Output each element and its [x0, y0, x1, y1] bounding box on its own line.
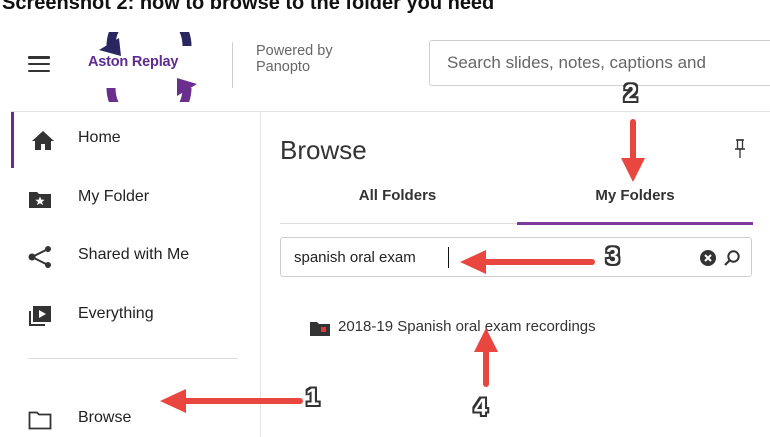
sidebar-item-label: Home	[78, 129, 121, 146]
page-title: Browse	[280, 135, 367, 165]
page-heading: Screenshot 2: how to browse to the folde…	[2, 0, 495, 14]
annotation-number-2: 2	[624, 80, 638, 107]
filter-value: spanish oral exam	[294, 249, 416, 266]
sidebar-item-label: Everything	[78, 305, 154, 322]
hamburger-menu-icon[interactable]	[28, 56, 50, 73]
star-folder-icon	[29, 192, 51, 208]
annotation-number-1: 1	[306, 384, 320, 411]
tab-all-folders[interactable]: All Folders	[280, 186, 515, 226]
search-icon[interactable]	[723, 249, 741, 267]
powered-by-line2: Panopto	[256, 59, 311, 75]
sidebar-item-browse[interactable]: Browse	[11, 392, 261, 437]
playlist-icon	[29, 306, 51, 326]
sidebar-item-my-folder[interactable]: My Folder	[11, 171, 261, 227]
sidebar-item-everything[interactable]: Everything	[11, 288, 261, 344]
sidebar: Home My Folder Shared with Me Everything…	[11, 112, 261, 437]
brand-name: Aston Replay	[88, 54, 179, 70]
top-header: Aston Replay Powered by Panopto Search s…	[11, 20, 770, 112]
folder-result-label: 2018-19 Spanish oral exam recordings	[338, 318, 596, 335]
share-icon	[28, 246, 51, 268]
header-divider	[232, 42, 233, 88]
home-icon	[32, 131, 54, 150]
sidebar-divider	[28, 358, 238, 359]
folder-outline-icon	[28, 411, 52, 430]
active-tab-indicator	[517, 222, 753, 225]
sidebar-item-home[interactable]: Home	[11, 112, 261, 168]
sidebar-item-label: Shared with Me	[78, 246, 190, 263]
panopto-app: Aston Replay Powered by Panopto Search s…	[11, 20, 770, 437]
folder-filter-input[interactable]: spanish oral exam	[280, 237, 752, 277]
tab-my-folders[interactable]: My Folders	[517, 186, 753, 226]
powered-by-text: Powered by Panopto	[256, 43, 333, 75]
sidebar-item-label: Browse	[78, 409, 132, 426]
annotation-number-3: 3	[606, 243, 620, 270]
text-caret	[448, 247, 449, 268]
browse-panel: Browse All Folders My Folders spanish or…	[262, 112, 770, 437]
pin-icon[interactable]	[734, 139, 746, 159]
sidebar-item-label: My Folder	[78, 188, 150, 205]
powered-by-line1: Powered by	[256, 43, 333, 59]
folder-icon	[310, 322, 330, 336]
annotation-number-4: 4	[474, 394, 488, 421]
clear-icon[interactable]	[700, 250, 716, 266]
global-search-input[interactable]: Search slides, notes, captions and	[429, 40, 770, 86]
sidebar-item-shared[interactable]: Shared with Me	[11, 229, 261, 285]
